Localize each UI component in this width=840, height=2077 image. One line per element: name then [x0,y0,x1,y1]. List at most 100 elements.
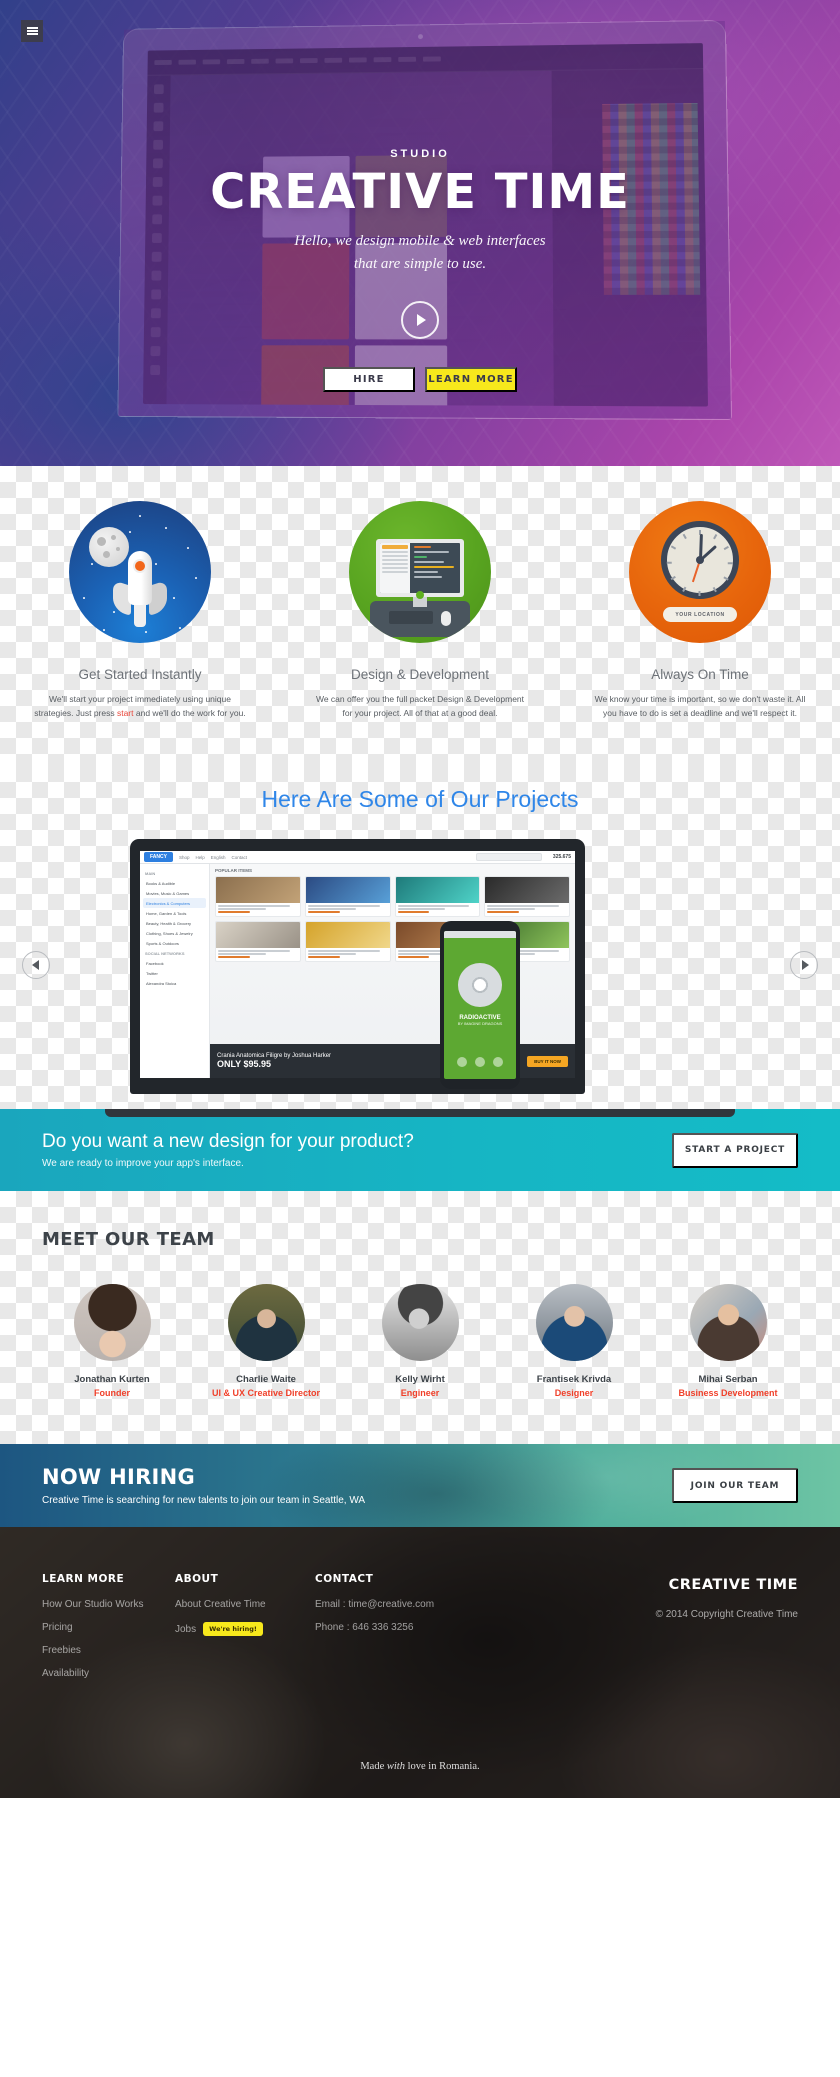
product-card[interactable] [215,876,301,918]
team-member: Kelly Wirht Engineer [350,1284,490,1398]
features-section: Get Started Instantly We'll start your p… [0,466,840,766]
shop-social-twitter[interactable]: Twitter [143,968,206,978]
footer-column-learn-more: LEARN MORE How Our Studio Works Pricing … [42,1573,175,1691]
avatar[interactable] [381,1284,459,1362]
carousel-prev-button[interactable] [22,951,50,980]
shop-nav-help[interactable]: Help [195,855,204,860]
footer-link-availability[interactable]: Availability [42,1668,175,1679]
feature-desc-highlight[interactable]: start [117,708,134,718]
prev-icon[interactable] [457,1057,467,1068]
product-card[interactable] [304,876,391,918]
member-role: UI & UX Creative Director [211,1388,321,1399]
product-card[interactable] [394,876,481,918]
member-name: Kelly Wirht [395,1374,445,1386]
footer-content: LEARN MORE How Our Studio Works Pricing … [0,1527,840,1798]
footer-column-about: ABOUT About Creative Time Jobs We're hir… [175,1573,315,1691]
clock-icon: YOUR LOCATION [629,501,771,643]
hiring-subtext: Creative Time is searching for new talen… [42,1495,366,1507]
footer-link-freebies[interactable]: Freebies [42,1645,175,1656]
footer-heading: LEARN MORE [42,1573,125,1586]
feature-title: Design & Development [350,667,490,682]
hiring-badge[interactable]: We're hiring! [203,1622,263,1637]
start-a-project-button[interactable]: START A PROJECT [672,1132,798,1168]
footer-brand-name: CREATIVE TIME [668,1577,798,1594]
hamburger-menu-icon[interactable] [21,20,43,42]
product-card[interactable] [484,876,570,918]
product-card[interactable] [304,921,391,963]
shop-social-facebook[interactable]: Facebook [143,958,206,968]
monitor-screen [376,539,464,597]
avatar-photo [381,1284,459,1362]
shop-sidebar-heading-main: MAIN [145,871,156,877]
shop-category-item[interactable]: Books & Audible [143,878,206,888]
cta-banner: Do you want a new design for your produc… [0,1109,840,1192]
shop-nav-english[interactable]: English [211,855,226,860]
play-video-button[interactable] [401,300,439,339]
shop-nav-contact[interactable]: Contact [232,855,248,860]
cta-text: Do you want a new design for your produc… [42,1131,414,1169]
shop-logo: FANCY [144,852,173,863]
hiring-text: NOW HIRING Creative Time is searching fo… [42,1465,365,1506]
project-phone-mockup[interactable]: RADIOACTIVE BY IMAGINE DRAGONS [440,921,520,1090]
avatar-photo [689,1284,767,1362]
avatar[interactable] [689,1284,767,1362]
hiring-content: NOW HIRING Creative Time is searching fo… [0,1444,840,1527]
feature-description: We'll start your project immediately usi… [33,692,248,720]
monitor-code-icon [349,501,491,643]
product-card[interactable] [215,921,301,963]
play-icon[interactable] [475,1057,485,1068]
footer-phone[interactable]: Phone : 646 336 3256 [315,1622,515,1633]
member-name: Mihai Serban [698,1374,758,1386]
hero-content: STUDIO CREATIVE TIME Hello, we design mo… [0,0,840,466]
made-prefix: Made [360,1761,387,1773]
promo-buy-button[interactable]: BUY IT NOW [527,1055,568,1067]
shop-category-item[interactable]: Home, Garden & Tools [143,908,206,918]
footer-link-jobs[interactable]: Jobs [175,1624,196,1635]
clock-location-badge: YOUR LOCATION [663,607,737,622]
shop-user-name[interactable]: Alexandra Stoica [143,978,206,988]
shop-category-item[interactable]: Movies, Music & Games [143,888,206,898]
feature-desc-after: and we'll do the work for you. [133,708,246,719]
phone-status-bar [444,931,516,939]
avatar[interactable] [73,1284,151,1362]
hero-subtitle: Hello, we design mobile & web interfaces… [0,230,840,277]
made-emphasis: with [386,1761,405,1773]
cta-heading: Do you want a new design for your produc… [42,1131,414,1153]
learn-more-button[interactable]: LEARN MORE [425,366,517,392]
footer-made-with-love: Made with love in Romania. [0,1761,840,1772]
join-our-team-button[interactable]: JOIN OUR TEAM [672,1468,798,1504]
hire-button[interactable]: HIRE [323,366,415,392]
footer-copyright: © 2014 Copyright Creative Time [655,1609,798,1621]
hero-subtitle-line2: that are simple to use. [353,256,487,273]
footer-columns: LEARN MORE How Our Studio Works Pricing … [42,1573,798,1691]
shop-category-item[interactable]: Beauty, Health & Grocery [143,918,206,928]
footer-link-pricing[interactable]: Pricing [42,1622,175,1633]
shop-category-item[interactable]: Sports & Outdoors [143,938,206,948]
track-artist: BY IMAGINE DRAGONS [457,1021,503,1027]
cta-subtext: We are ready to improve your app's inter… [42,1158,244,1170]
shop-nav-shop[interactable]: Shop [179,855,190,860]
feature-always-on-time: YOUR LOCATION Always On Time We know you… [560,501,840,720]
feature-title: Always On Time [651,667,749,682]
next-icon[interactable] [493,1057,503,1068]
footer-email[interactable]: Email : time@creative.com [315,1599,515,1610]
projects-heading: Here Are Some of Our Projects [261,786,579,813]
hero-subtitle-line1: Hello, we design mobile & web interfaces [294,233,546,249]
shop-category-item-active[interactable]: Electronics & Computers [143,898,206,909]
feature-title: Get Started Instantly [78,667,202,682]
member-role: Business Development [678,1388,778,1399]
avatar[interactable] [227,1284,305,1362]
footer-link-how-our-studio-works[interactable]: How Our Studio Works [42,1599,175,1610]
projects-section: Here Are Some of Our Projects FANCY Shop… [0,766,840,1118]
rocket-icon [69,501,211,643]
shop-search-input[interactable] [475,853,542,862]
feature-get-started: Get Started Instantly We'll start your p… [0,501,280,720]
hiring-heading: NOW HIRING [42,1465,196,1490]
rocket-window [135,561,145,571]
shop-category-item[interactable]: Clothing, Shoes & Jewelry [143,928,206,938]
shop-sidebar: MAIN Books & Audible Movies, Music & Gam… [140,864,210,1079]
avatar[interactable] [535,1284,613,1362]
clock-center-pin [696,556,704,564]
footer-link-about-creative-time[interactable]: About Creative Time [175,1599,315,1610]
carousel-next-button[interactable] [790,951,818,980]
